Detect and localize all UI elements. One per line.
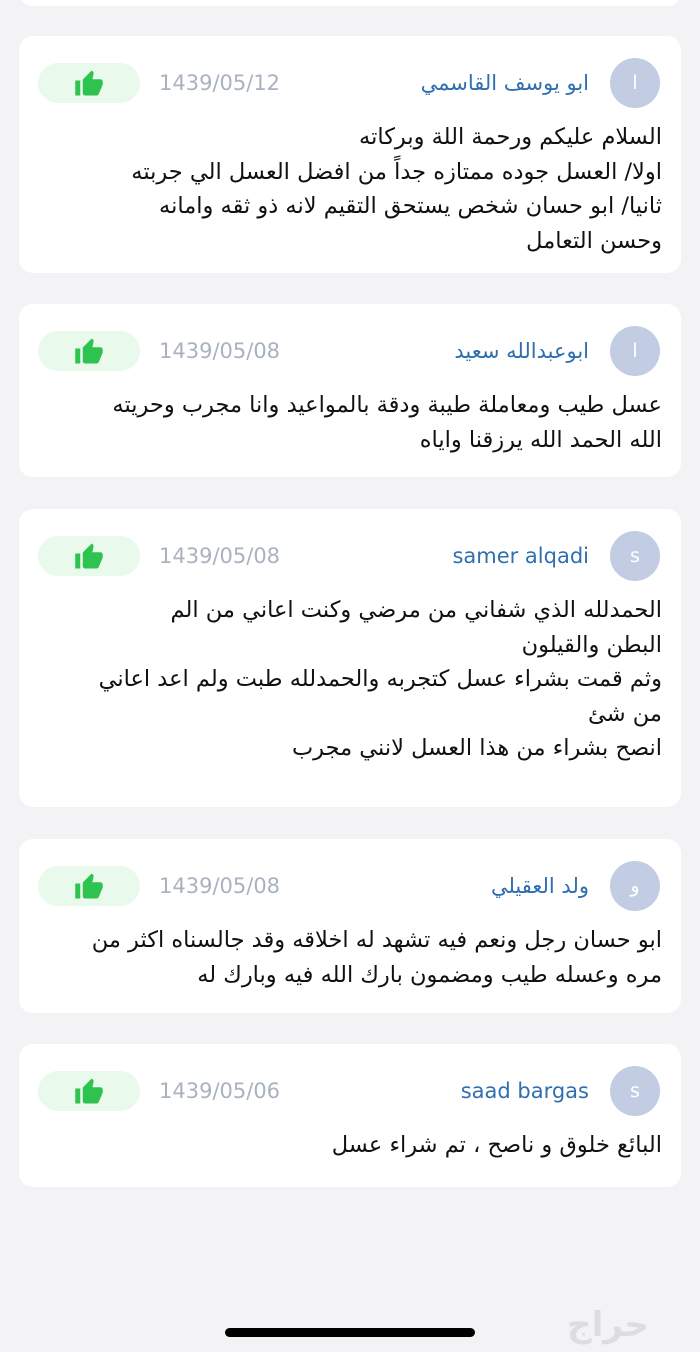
review-text: السلام عليكم ورحمة اللة وبركاته اولا/ ال…: [131, 124, 662, 254]
review-text: الحمدلله الذي شفاني من مرضي وكنت اعاني م…: [98, 597, 662, 761]
thumbs-up-icon: [75, 543, 103, 569]
avatar[interactable]: ا: [610, 58, 660, 108]
watermark-logo: حراج: [567, 1305, 649, 1345]
reviewer-name[interactable]: saad bargas: [461, 1076, 589, 1106]
reviewer-name[interactable]: samer alqadi: [452, 541, 589, 571]
reviewer-name[interactable]: ابو يوسف القاسمي: [421, 68, 589, 98]
review-date: 1439/05/06: [159, 1079, 281, 1103]
review-date: 1439/05/08: [159, 544, 281, 568]
like-button[interactable]: [38, 1071, 140, 1111]
home-indicator[interactable]: [225, 1328, 475, 1337]
like-button[interactable]: [38, 536, 140, 576]
review-date: 1439/05/08: [159, 874, 281, 898]
reviewer-name[interactable]: ولد العقيلي: [491, 871, 589, 901]
review-card: s samer alqadi 1439/05/08 الحمدلله الذي …: [19, 509, 681, 807]
review-date: 1439/05/08: [159, 339, 281, 363]
avatar[interactable]: ا: [610, 326, 660, 376]
avatar[interactable]: و: [610, 861, 660, 911]
review-card: ا ابوعبدالله سعيد 1439/05/08 عسل طيب ومع…: [19, 304, 681, 477]
review-card: s saad bargas 1439/05/06 البائع خلوق و ن…: [19, 1044, 681, 1187]
avatar[interactable]: s: [610, 531, 660, 581]
like-button[interactable]: [38, 331, 140, 371]
thumbs-up-icon: [75, 338, 103, 364]
avatar[interactable]: s: [610, 1066, 660, 1116]
thumbs-up-icon: [75, 70, 103, 96]
review-text: عسل طيب ومعاملة طيبة ودقة بالمواعيد وانا…: [112, 392, 662, 453]
reviewer-name[interactable]: ابوعبدالله سعيد: [454, 336, 589, 366]
thumbs-up-icon: [75, 873, 103, 899]
review-text: ابو حسان رجل ونعم فيه تشهد له اخلاقه وقد…: [91, 927, 662, 988]
like-button[interactable]: [38, 866, 140, 906]
review-text: البائع خلوق و ناصح ، تم شراء عسل: [331, 1132, 662, 1158]
review-date: 1439/05/12: [159, 71, 281, 95]
like-button[interactable]: [38, 63, 140, 103]
review-card: و ولد العقيلي 1439/05/08 ابو حسان رجل ون…: [19, 839, 681, 1013]
previous-card-edge: [19, 0, 681, 6]
review-card: ا ابو يوسف القاسمي 1439/05/12 السلام علي…: [19, 36, 681, 273]
thumbs-up-icon: [75, 1078, 103, 1104]
